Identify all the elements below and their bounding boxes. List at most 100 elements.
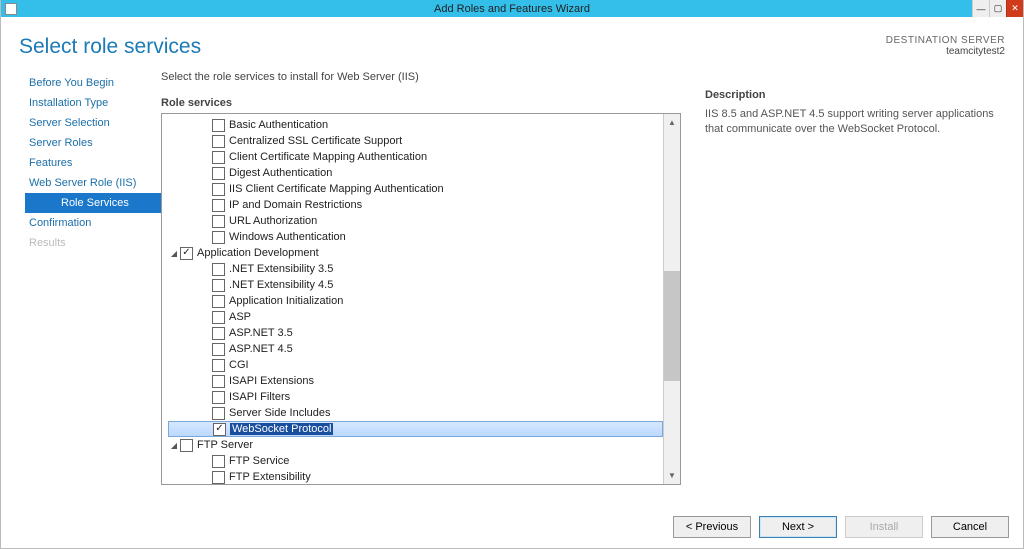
next-button[interactable]: Next > (759, 516, 837, 538)
checkbox[interactable] (212, 359, 225, 372)
tree-node-label: Application Development (197, 247, 319, 259)
tree-node-label: IIS Client Certificate Mapping Authentic… (229, 183, 444, 195)
tree-node[interactable]: Server Side Includes (168, 405, 663, 421)
previous-button[interactable]: < Previous (673, 516, 751, 538)
header: Select role services DESTINATION SERVER … (1, 17, 1023, 67)
tree-node[interactable]: FTP Extensibility (168, 469, 663, 484)
nav-item[interactable]: Installation Type (1, 93, 161, 113)
tree-node[interactable]: Basic Authentication (168, 117, 663, 133)
checkbox[interactable] (212, 199, 225, 212)
nav-item: Results (1, 233, 161, 253)
nav-item[interactable]: Features (1, 153, 161, 173)
nav-item[interactable]: Server Roles (1, 133, 161, 153)
checkbox[interactable] (212, 295, 225, 308)
tree-node-label: Windows Authentication (229, 231, 346, 243)
checkbox[interactable] (212, 263, 225, 276)
checkbox[interactable] (212, 231, 225, 244)
tree-node-label: FTP Server (197, 439, 253, 451)
nav-item[interactable]: Server Selection (1, 113, 161, 133)
tree-node[interactable]: ◢ Application Development (168, 245, 663, 261)
tree-node[interactable]: ASP.NET 4.5 (168, 341, 663, 357)
destination-host: teamcitytest2 (886, 46, 1005, 57)
checkbox[interactable] (213, 423, 226, 436)
body: Before You BeginInstallation TypeServer … (1, 67, 1023, 485)
checkbox[interactable] (212, 455, 225, 468)
scrollbar-track[interactable] (664, 131, 680, 467)
checkbox[interactable] (212, 471, 225, 484)
tree-node[interactable]: Windows Authentication (168, 229, 663, 245)
scrollbar-thumb[interactable] (664, 271, 680, 381)
tree-node-label: Centralized SSL Certificate Support (229, 135, 402, 147)
role-services-tree: Basic Authentication Centralized SSL Cert… (161, 113, 681, 485)
destination-server: DESTINATION SERVER teamcitytest2 (886, 35, 1005, 59)
tree-node[interactable]: ASP (168, 309, 663, 325)
tree-node-label: ASP (229, 311, 251, 323)
scroll-up-arrow-icon[interactable]: ▲ (664, 114, 680, 131)
tree-node[interactable]: ◢ FTP Server (168, 437, 663, 453)
scroll-down-arrow-icon[interactable]: ▼ (664, 467, 680, 484)
tree-node-label: Basic Authentication (229, 119, 328, 131)
tree-node[interactable]: IIS Client Certificate Mapping Authentic… (168, 181, 663, 197)
tree-node[interactable]: .NET Extensibility 3.5 (168, 261, 663, 277)
checkbox[interactable] (212, 183, 225, 196)
tree-node-label: ISAPI Filters (229, 391, 290, 403)
checkbox[interactable] (212, 375, 225, 388)
role-services-column: Select the role services to install for … (161, 67, 681, 485)
collapse-icon[interactable]: ◢ (168, 249, 180, 258)
tree-node[interactable]: Application Initialization (168, 293, 663, 309)
nav-item[interactable]: Confirmation (1, 213, 161, 233)
description-text: IIS 8.5 and ASP.NET 4.5 support writing … (705, 107, 1005, 137)
tree-node-label: .NET Extensibility 3.5 (229, 263, 333, 275)
tree-node[interactable]: ISAPI Extensions (168, 373, 663, 389)
nav-item[interactable]: Before You Begin (1, 73, 161, 93)
tree-node[interactable]: FTP Service (168, 453, 663, 469)
description-column: Description IIS 8.5 and ASP.NET 4.5 supp… (705, 67, 1005, 485)
tree-node[interactable]: CGI (168, 357, 663, 373)
tree-node-label: ASP.NET 4.5 (229, 343, 293, 355)
tree-node-label: CGI (229, 359, 249, 371)
checkbox[interactable] (212, 407, 225, 420)
tree-node[interactable]: IP and Domain Restrictions (168, 197, 663, 213)
tree-node-label: Server Side Includes (229, 407, 331, 419)
tree-node-label: ISAPI Extensions (229, 375, 314, 387)
checkbox[interactable] (212, 343, 225, 356)
tree-node[interactable]: URL Authorization (168, 213, 663, 229)
page-title: Select role services (19, 35, 201, 59)
tree-viewport[interactable]: Basic Authentication Centralized SSL Cert… (162, 114, 663, 484)
cancel-button[interactable]: Cancel (931, 516, 1009, 538)
checkbox[interactable] (180, 247, 193, 260)
nav-item[interactable]: Role Services (25, 193, 161, 213)
titlebar[interactable]: Add Roles and Features Wizard — ▢ ✕ (1, 0, 1023, 17)
checkbox[interactable] (212, 151, 225, 164)
tree-node[interactable]: WebSocket Protocol (168, 421, 663, 437)
tree-node[interactable]: Client Certificate Mapping Authenticatio… (168, 149, 663, 165)
install-button[interactable]: Install (845, 516, 923, 538)
tree-node-label: IP and Domain Restrictions (229, 199, 362, 211)
tree-node-label: WebSocket Protocol (230, 423, 333, 435)
checkbox[interactable] (212, 167, 225, 180)
tree-node-label: .NET Extensibility 4.5 (229, 279, 333, 291)
tree-node-label: FTP Extensibility (229, 471, 311, 483)
checkbox[interactable] (212, 279, 225, 292)
checkbox[interactable] (212, 327, 225, 340)
checkbox[interactable] (212, 391, 225, 404)
checkbox[interactable] (180, 439, 193, 452)
instruction-text: Select the role services to install for … (161, 71, 681, 83)
tree-node[interactable]: ASP.NET 3.5 (168, 325, 663, 341)
checkbox[interactable] (212, 215, 225, 228)
collapse-icon[interactable]: ◢ (168, 441, 180, 450)
role-services-label: Role services (161, 97, 681, 109)
window-title: Add Roles and Features Wizard (1, 3, 1023, 15)
tree-node-label: FTP Service (229, 455, 289, 467)
checkbox[interactable] (212, 311, 225, 324)
tree-node[interactable]: ISAPI Filters (168, 389, 663, 405)
tree-node[interactable]: .NET Extensibility 4.5 (168, 277, 663, 293)
checkbox[interactable] (212, 135, 225, 148)
nav-item[interactable]: Web Server Role (IIS) (1, 173, 161, 193)
checkbox[interactable] (212, 119, 225, 132)
tree-node-label: ASP.NET 3.5 (229, 327, 293, 339)
vertical-scrollbar[interactable]: ▲ ▼ (663, 114, 680, 484)
tree-node[interactable]: Centralized SSL Certificate Support (168, 133, 663, 149)
tree-node-label: URL Authorization (229, 215, 317, 227)
tree-node[interactable]: Digest Authentication (168, 165, 663, 181)
